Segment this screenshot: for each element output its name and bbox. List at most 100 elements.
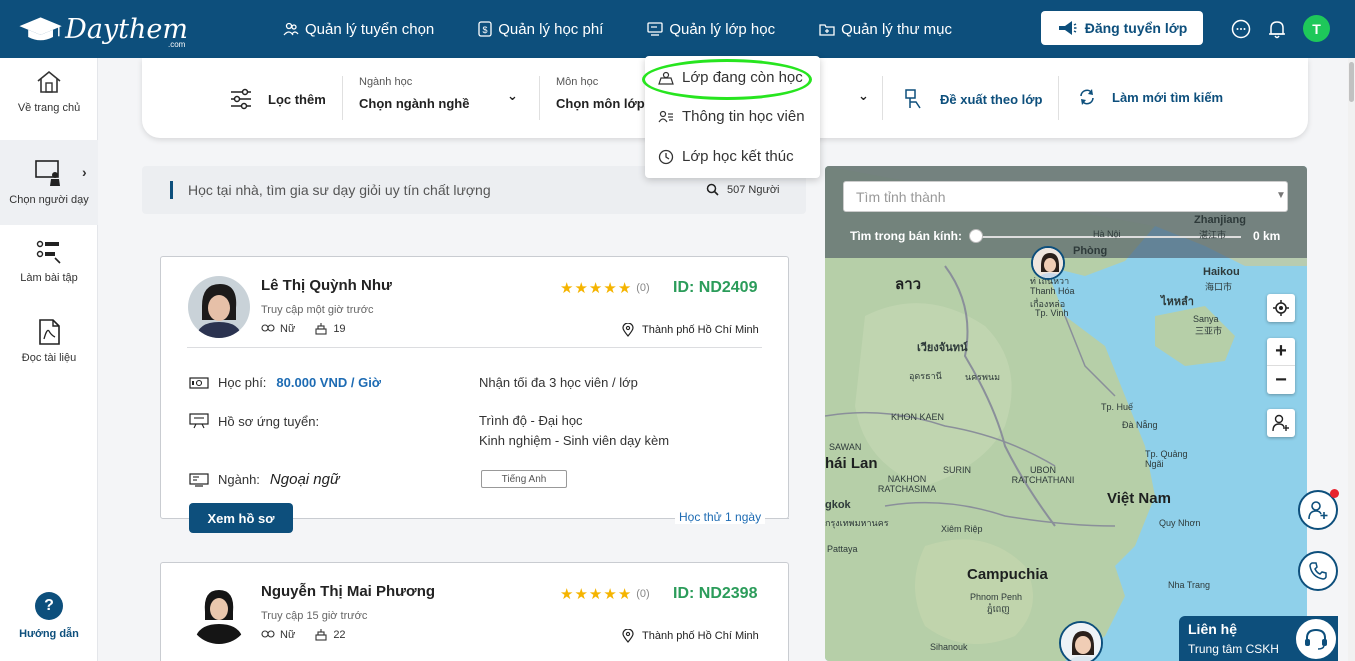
add-user-icon (1272, 414, 1289, 432)
sidebar-item-home-label: Về trang chủ (17, 102, 81, 114)
map-label: Haikou (1203, 266, 1240, 278)
tutor-card: Nguyễn Thị Mai Phương Truy cập 15 giờ tr… (160, 562, 789, 661)
add-tutor-map-button[interactable] (1267, 409, 1295, 437)
nav-recruitment[interactable]: Quản lý tuyển chọn (283, 0, 434, 58)
dropdown-item-student-info[interactable]: Thông tin học viên (658, 108, 805, 125)
monitor-icon (189, 472, 209, 487)
map-label: Phnom Penh (970, 592, 1023, 602)
map-label: Tp. Vinh (1035, 308, 1069, 318)
sidebar-item-assignments[interactable]: Làm bài tập (0, 238, 98, 298)
nav-classes-label: Quản lý lớp học (669, 20, 776, 38)
sidebar-item-documents[interactable]: Đọc tài liệu (0, 318, 98, 378)
crosshair-icon (1273, 300, 1289, 316)
star-icon: ★ (588, 280, 603, 297)
star-icon: ★ (603, 586, 617, 603)
tutor-avatar[interactable] (188, 276, 250, 338)
refresh-search-button[interactable]: Làm mới tìm kiếm (1078, 88, 1223, 106)
major-select-value: Chọn ngành nghề (359, 96, 470, 111)
map-label: hái Lan (825, 455, 878, 472)
location-pin-icon (622, 629, 634, 643)
brand-suffix: .com (168, 40, 186, 49)
map-label: 湛江市 (1199, 230, 1227, 240)
left-sidebar: Về trang chủ Chọn người dạy › Làm bài tậ… (0, 58, 98, 661)
nav-folders-label: Quản lý thư mục (841, 20, 952, 38)
pdf-icon (39, 319, 60, 345)
locate-me-button[interactable] (1267, 294, 1295, 322)
tuition-value: 80.000 VND / Giờ (276, 375, 382, 390)
tutor-map-marker[interactable] (1031, 246, 1065, 280)
radius-slider-handle[interactable] (969, 229, 983, 243)
teacher-icon (35, 160, 60, 186)
tutor-name[interactable]: Lê Thị Quỳnh Như (261, 277, 392, 294)
major-row: Ngành: Ngoại ngữ (189, 471, 339, 488)
star-icon: ★ (560, 280, 574, 297)
scrollbar-thumb[interactable] (1349, 62, 1354, 102)
customer-support-widget[interactable]: Liên hệ Trung tâm CSKH (1179, 616, 1338, 661)
brand-logo[interactable]: Daythem .com (18, 8, 188, 50)
assignment-icon (36, 240, 61, 264)
chevron-down-icon[interactable]: ⌄ (858, 88, 869, 104)
map-label: อุดรธานี (909, 371, 942, 381)
cake-icon (315, 323, 327, 335)
page-scrollbar[interactable] (1348, 58, 1355, 661)
star-icon: ★ (588, 586, 603, 603)
review-count: (0) (636, 282, 650, 294)
floating-add-user-button[interactable] (1298, 489, 1339, 530)
zoom-in-button[interactable]: + (1267, 338, 1295, 366)
tutor-id: ID: ND2398 (673, 585, 758, 602)
tutor-last-access: Truy cập một giờ trước (261, 304, 374, 316)
trial-label: Học thử 1 ngày (675, 510, 766, 524)
accent-bar (170, 181, 173, 199)
sidebar-item-help[interactable]: ? Hướng dẫn (0, 592, 98, 652)
home-icon (37, 70, 61, 93)
phone-icon (1309, 562, 1327, 580)
tutor-location-label: Thành phố Hồ Chí Minh (642, 630, 759, 642)
star-icon: ★ (560, 586, 574, 603)
dollar-icon: $ (478, 21, 492, 37)
view-profile-button[interactable]: Xem hồ sơ (189, 503, 293, 533)
dropdown-item-active-classes-label: Lớp đang còn học (682, 69, 803, 86)
tutor-map[interactable]: Tìm tỉnh thành ▼ Tìm trong bán kính: 0 k… (825, 166, 1307, 661)
chevron-down-icon: ⌄ (507, 88, 518, 103)
class-active-icon (658, 71, 674, 85)
tutor-map-marker[interactable] (1059, 621, 1103, 661)
zoom-out-button[interactable]: − (1267, 366, 1295, 394)
tutor-rating: ★ ★ ★ ★ ★ (0) (560, 279, 650, 297)
suggest-by-class-button[interactable]: Đề xuất theo lớp (904, 88, 1042, 110)
sidebar-item-choose-tutor[interactable]: Chọn người dạy › (0, 140, 98, 225)
divider (882, 76, 883, 120)
nav-classes[interactable]: Quản lý lớp học (647, 0, 775, 58)
dropdown-item-active-classes[interactable]: Lớp đang còn học (658, 69, 803, 86)
student-info-icon (658, 110, 673, 122)
subject-select[interactable]: Môn học Chọn môn lớp (556, 76, 646, 111)
tutor-avatar[interactable] (188, 582, 250, 644)
bell-icon[interactable] (1266, 18, 1288, 40)
floating-call-button[interactable] (1298, 551, 1338, 591)
nav-folders[interactable]: Quản lý thư mục (819, 0, 952, 58)
result-count: 507 Người (706, 183, 780, 196)
map-label: Hà Nội (1093, 229, 1121, 239)
map-label: ไหหลำ (1161, 296, 1194, 308)
svg-text:$: $ (483, 25, 488, 35)
post-class-button[interactable]: Đăng tuyển lớp (1041, 11, 1203, 45)
more-filters-button[interactable]: Lọc thêm (230, 88, 326, 110)
map-label: Campuchia (967, 566, 1048, 583)
capacity-text: Nhận tối đa 3 học viên / lớp (479, 375, 638, 390)
dropdown-item-ended-classes[interactable]: Lớp học kết thúc (658, 148, 794, 165)
star-icon: ★ (574, 586, 588, 603)
more-filters-label: Lọc thêm (268, 91, 326, 107)
classroom-icon (647, 22, 663, 36)
province-search-input[interactable]: Tìm tỉnh thành (843, 181, 1288, 212)
tutor-name[interactable]: Nguyễn Thị Mai Phương (261, 583, 435, 600)
review-count: (0) (636, 588, 650, 600)
user-avatar[interactable]: T (1303, 15, 1330, 42)
tutor-location: Thành phố Hồ Chí Minh (622, 629, 759, 643)
star-icon: ★ (617, 586, 632, 603)
nav-tuition[interactable]: $ Quản lý học phí (478, 0, 603, 58)
sidebar-item-home[interactable]: Về trang chủ (0, 68, 98, 138)
major-select[interactable]: Ngành học Chọn ngành nghề ⌄ (359, 76, 521, 111)
sidebar-item-help-label: Hướng dẫn (19, 628, 79, 640)
sidebar-item-assignments-label: Làm bài tập (20, 272, 78, 284)
chat-icon[interactable] (1230, 18, 1252, 40)
major-value: Ngoại ngữ (269, 471, 340, 488)
